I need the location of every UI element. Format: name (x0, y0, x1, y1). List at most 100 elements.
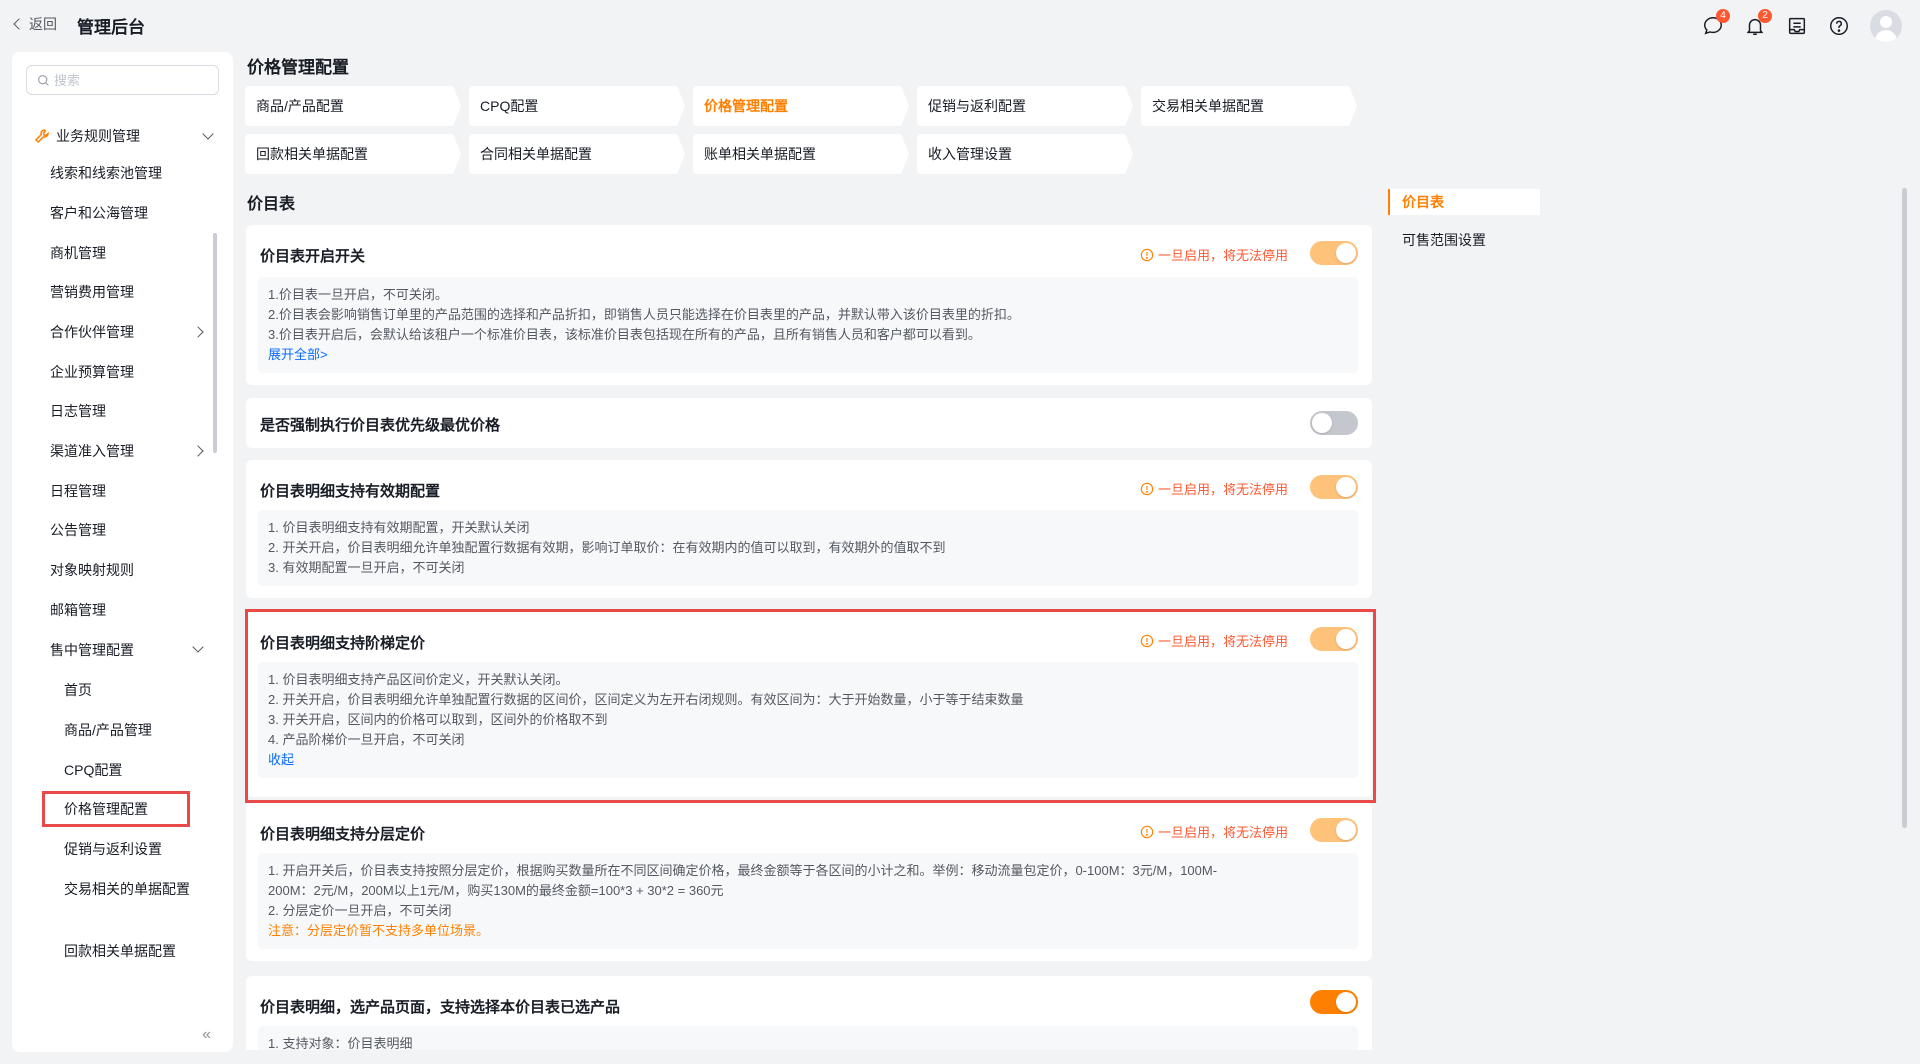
warning-icon (1140, 825, 1154, 838)
nav-group-business-rules[interactable]: 业务规则管理 (34, 120, 224, 152)
message-badge: 4 (1716, 9, 1730, 23)
setting-title: 价目表明细支持分层定价 (260, 826, 426, 843)
warning-text: 一旦启用，将无法停用 (1140, 631, 1288, 650)
avatar[interactable] (1870, 10, 1902, 42)
toggle-switch[interactable] (1310, 990, 1358, 1014)
warning-text: 一旦启用，将无法停用 (1140, 479, 1288, 498)
sidebar-subitem-payment-docs[interactable]: 回款相关单据配置 (64, 940, 194, 962)
toggle-knob (1336, 477, 1356, 497)
sidebar-item-label: 商机管理 (50, 245, 106, 261)
sidebar-item-label: 售中管理配置 (50, 642, 134, 658)
desc-line: 3. 有效期配置一旦开启，不可关闭 (268, 560, 465, 575)
desc-line: 1. 价目表明细支持产品区间价定义，开关默认关闭。 (268, 672, 569, 687)
anchor-nav: 价目表 可售范围设置 (1388, 189, 1540, 265)
expand-all-link[interactable]: 展开全部> (268, 345, 1348, 365)
toggle-switch[interactable] (1310, 818, 1358, 842)
setting-title: 价目表明细，选产品页面，支持选择本价目表已选产品 (260, 999, 621, 1016)
setting-card-select-existing-products: 价目表明细，选产品页面，支持选择本价目表已选产品 1. 支持对象：价目表明细 (246, 976, 1372, 1050)
collapse-sidebar-button[interactable]: « (202, 1026, 211, 1044)
chevron-down-icon (202, 128, 214, 140)
sidebar-subitem-promotion[interactable]: 促销与返利设置 (64, 838, 194, 860)
warning-label: 一旦启用，将无法停用 (1157, 634, 1288, 649)
sidebar-subitem-trade-docs[interactable]: 交易相关的单据配置 (64, 878, 194, 900)
top-bar: 返回 管理后台 4 2 (0, 0, 1920, 50)
sidebar-item-announcements[interactable]: 公告管理 (50, 515, 220, 545)
tab-contract-docs[interactable]: 合同相关单据配置 (469, 134, 685, 174)
back-button[interactable]: 返回 (13, 14, 57, 34)
sidebar-subitem-products[interactable]: 商品/产品管理 (64, 719, 194, 741)
chevron-right-icon (192, 445, 204, 457)
help-icon[interactable] (1828, 15, 1850, 37)
top-icons: 4 2 (1702, 9, 1902, 42)
message-icon[interactable]: 4 (1702, 9, 1730, 37)
setting-card-validity-period: 价目表明细支持有效期配置 一旦启用，将无法停用 1. 价目表明细支持有效期配置，… (246, 460, 1372, 598)
desc-line: 1. 价目表明细支持有效期配置，开关默认关闭 (268, 520, 530, 535)
setting-description: 1. 开启开关后，价目表支持按照分层定价，根据购买数量所在不同区间确定价格，最终… (258, 853, 1358, 949)
desc-line: 3. 开关开启，区间内的价格可以取到，区间外的价格取不到 (268, 712, 608, 727)
toggle-knob (1336, 992, 1356, 1012)
toggle-knob (1336, 629, 1356, 649)
sidebar-item-partners[interactable]: 合作伙伴管理 (50, 317, 220, 347)
sidebar-item-channel-access[interactable]: 渠道准入管理 (50, 436, 220, 466)
tab-payment-docs[interactable]: 回款相关单据配置 (245, 134, 461, 174)
toggle-knob (1312, 413, 1332, 433)
sidebar-item-label: 线索和线索池管理 (50, 165, 162, 181)
warning-icon (1140, 482, 1154, 495)
sidebar-subitem-home[interactable]: 首页 (64, 679, 194, 701)
tab-cpq-config[interactable]: CPQ配置 (469, 86, 685, 126)
warning-text: 一旦启用，将无法停用 (1140, 822, 1288, 841)
sidebar-item-leads[interactable]: 线索和线索池管理 (50, 158, 220, 188)
desc-line: 1.价目表一旦开启，不可关闭。 (268, 287, 448, 302)
search-icon (38, 74, 49, 86)
chevron-right-icon (192, 326, 204, 338)
warning-icon (1140, 248, 1154, 261)
sidebar-item-object-mapping[interactable]: 对象映射规则 (50, 555, 220, 585)
sidebar-item-logs[interactable]: 日志管理 (50, 396, 220, 426)
section-title: 价目表 (247, 196, 296, 213)
toggle-knob (1336, 243, 1356, 263)
sidebar-subitem-cpq[interactable]: CPQ配置 (64, 759, 194, 781)
desc-note: 注意：分层定价暂不支持多单位场景。 (268, 923, 490, 938)
setting-card-layered-pricing: 价目表明细支持分层定价 一旦启用，将无法停用 1. 开启开关后，价目表支持按照分… (246, 803, 1372, 961)
sidebar-item-customers[interactable]: 客户和公海管理 (50, 198, 220, 228)
tab-trade-docs[interactable]: 交易相关单据配置 (1141, 86, 1357, 126)
nav-group-label: 业务规则管理 (56, 128, 140, 144)
tab-bill-docs[interactable]: 账单相关单据配置 (693, 134, 909, 174)
warning-label: 一旦启用，将无法停用 (1157, 482, 1288, 497)
sidebar-item-schedule[interactable]: 日程管理 (50, 476, 220, 506)
app-title: 管理后台 (77, 18, 145, 37)
anchor-item-pricelist[interactable]: 价目表 (1388, 189, 1540, 215)
toggle-switch[interactable] (1310, 241, 1358, 265)
sidebar-scrollbar[interactable] (213, 233, 217, 453)
toggle-switch[interactable] (1310, 627, 1358, 651)
setting-title: 是否强制执行价目表优先级最优价格 (260, 417, 501, 434)
sidebar-item-marketing-expenses[interactable]: 营销费用管理 (50, 277, 220, 307)
chevron-left-icon (13, 18, 25, 30)
page-scrollbar[interactable] (1902, 188, 1907, 828)
search-input[interactable] (54, 72, 204, 88)
inbox-icon[interactable] (1786, 15, 1808, 37)
sidebar-item-in-sale-config[interactable]: 售中管理配置 (50, 635, 220, 665)
sidebar-item-label: 公告管理 (50, 522, 106, 538)
sidebar-item-label: 邮箱管理 (50, 602, 106, 618)
tab-promotion-config[interactable]: 促销与返利配置 (917, 86, 1133, 126)
tab-revenue-settings[interactable]: 收入管理设置 (917, 134, 1133, 174)
search-box[interactable] (26, 65, 219, 95)
anchor-item-sale-scope[interactable]: 可售范围设置 (1388, 227, 1540, 253)
desc-line: 200M：2元/M，200M以上1元/M，购买130M的最终金额=100*3 +… (268, 883, 724, 898)
sidebar-item-label: 营销费用管理 (50, 284, 134, 300)
bell-icon[interactable]: 2 (1744, 9, 1772, 37)
collapse-link[interactable]: 收起 (268, 750, 1348, 770)
tab-price-config[interactable]: 价格管理配置 (693, 86, 909, 126)
sidebar-item-budget[interactable]: 企业预算管理 (50, 357, 220, 387)
sidebar-item-mailbox[interactable]: 邮箱管理 (50, 595, 220, 625)
sidebar-item-label: 日志管理 (50, 403, 106, 419)
setting-card-pricelist-enable: 价目表开启开关 一旦启用，将无法停用 1.价目表一旦开启，不可关闭。 2.价目表… (246, 225, 1372, 385)
desc-line: 1. 开启开关后，价目表支持按照分层定价，根据购买数量所在不同区间确定价格，最终… (268, 863, 1218, 878)
sidebar-subitem-price-config[interactable]: 价格管理配置 (42, 791, 190, 827)
tab-product-config[interactable]: 商品/产品配置 (245, 86, 461, 126)
toggle-switch[interactable] (1310, 411, 1358, 435)
warning-label: 一旦启用，将无法停用 (1157, 825, 1288, 840)
toggle-switch[interactable] (1310, 475, 1358, 499)
sidebar-item-opportunities[interactable]: 商机管理 (50, 238, 220, 268)
